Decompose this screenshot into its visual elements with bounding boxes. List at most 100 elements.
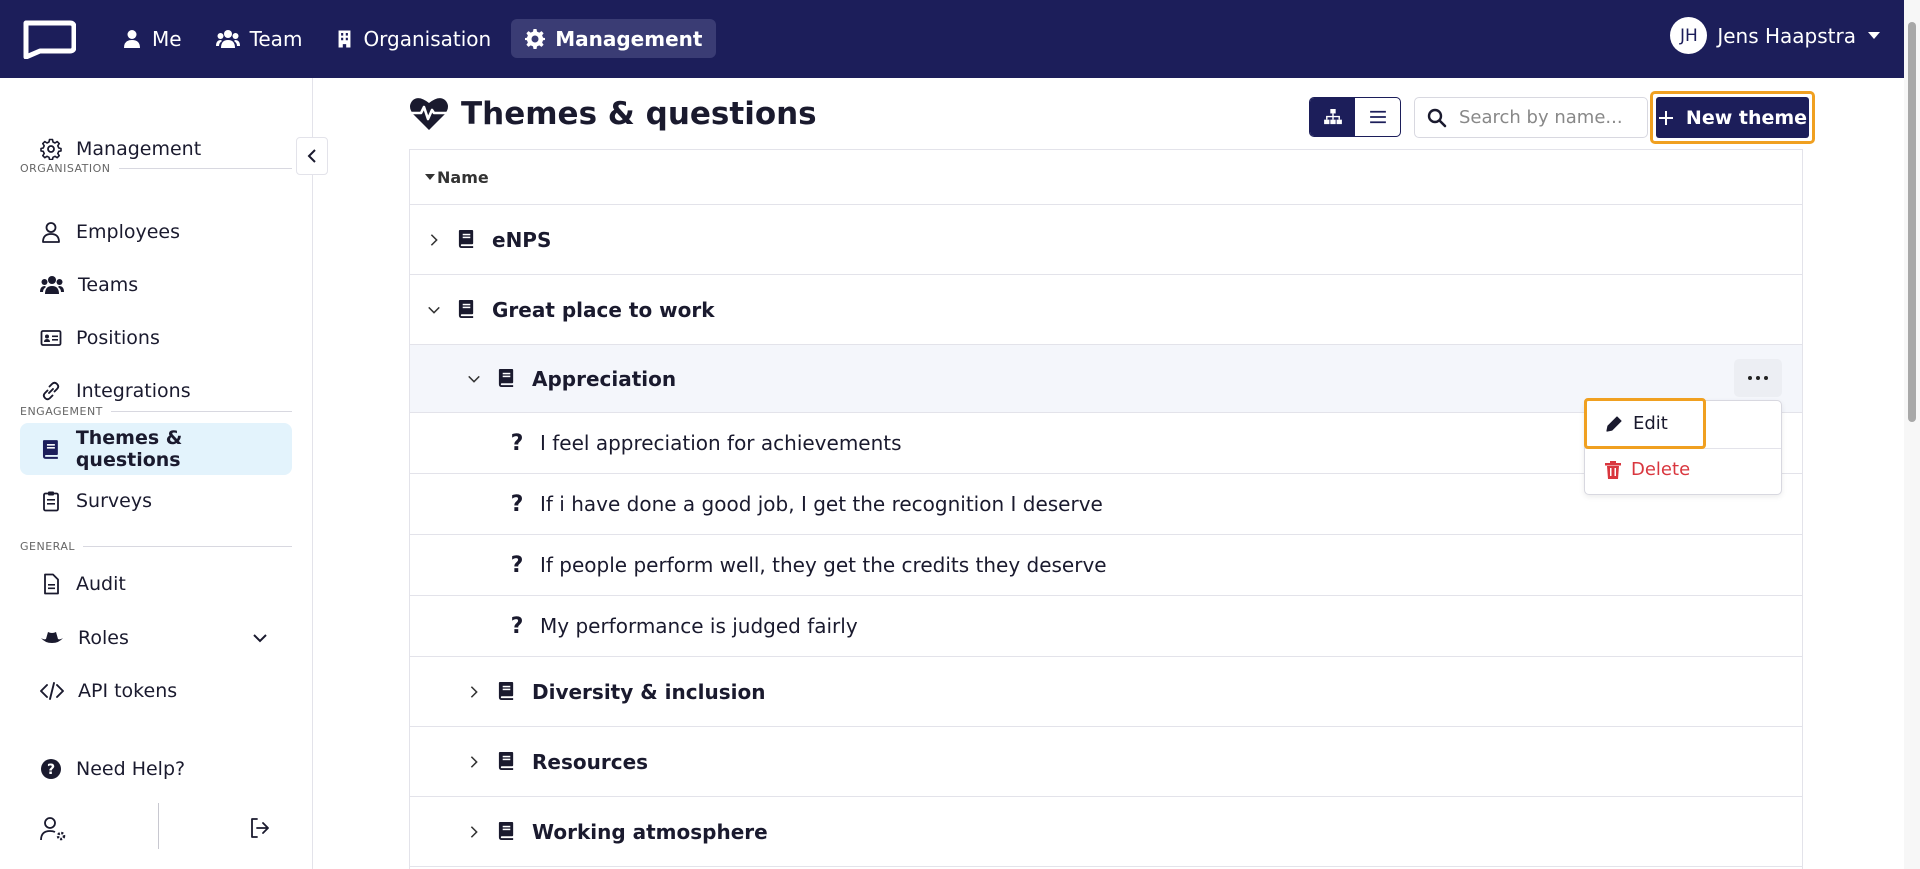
collapse-sidebar-button[interactable] — [296, 137, 328, 175]
sidebar-item-label: Employees — [76, 221, 180, 243]
nav-team[interactable]: Team — [202, 19, 317, 58]
user-menu[interactable]: JH Jens Haapstra — [1670, 17, 1880, 54]
sidebar-item-surveys[interactable]: Surveys — [20, 475, 292, 527]
hat-icon — [41, 632, 63, 643]
trash-icon — [1605, 460, 1621, 479]
clipboard-icon — [43, 491, 59, 512]
section-engagement: ENGAGEMENT — [20, 405, 292, 418]
row-label: Resources — [532, 749, 649, 774]
page-header: Themes & questions — [409, 96, 817, 132]
book-icon — [497, 821, 516, 842]
table-row[interactable]: Working atmosphere — [410, 797, 1802, 867]
column-header-label: Name — [437, 167, 489, 187]
chevron-right-icon[interactable] — [465, 755, 483, 769]
caret-down-icon — [1868, 32, 1880, 39]
gear-icon — [525, 28, 546, 49]
sidebar-item-themes-questions[interactable]: Themes & questions — [20, 423, 292, 475]
tree-view-button[interactable] — [1310, 98, 1355, 136]
new-theme-button[interactable]: New theme — [1656, 97, 1809, 138]
sidebar-item-label: Surveys — [76, 490, 152, 512]
chevron-down-icon[interactable] — [252, 630, 268, 646]
chevron-right-icon[interactable] — [425, 233, 443, 247]
user-name: Jens Haapstra — [1717, 23, 1856, 48]
table-row[interactable]: Diversity & inclusion — [410, 657, 1802, 727]
menu-item-delete[interactable]: Delete — [1605, 459, 1690, 480]
row-label: I feel appreciation for achievements — [540, 431, 902, 455]
table-row[interactable]: ? If people perform well, they get the c… — [410, 535, 1802, 596]
section-general: GENERAL — [20, 540, 292, 553]
table-row[interactable]: Great place to work — [410, 275, 1802, 345]
plus-icon — [1658, 110, 1673, 125]
avatar: JH — [1670, 17, 1708, 54]
nav-management[interactable]: Management — [511, 19, 717, 58]
sitemap-icon — [1323, 109, 1342, 125]
book-icon — [457, 229, 476, 250]
sidebar-item-label: Integrations — [76, 380, 191, 402]
scrollbar[interactable] — [1904, 0, 1920, 869]
edit-highlight — [1584, 398, 1706, 449]
search-box[interactable] — [1414, 97, 1648, 138]
logout-icon[interactable] — [248, 816, 272, 840]
sidebar-item-positions[interactable]: Positions — [20, 312, 292, 364]
link-icon — [42, 381, 60, 401]
user-settings-icon[interactable] — [40, 816, 68, 842]
row-label: Appreciation — [532, 366, 677, 391]
table-row[interactable]: eNPS — [410, 205, 1802, 275]
table-row[interactable]: ? My performance is judged fairly — [410, 596, 1802, 657]
section-organisation: ORGANISATION — [20, 162, 292, 175]
question-icon: ? — [510, 613, 524, 639]
sidebar-item-api-tokens[interactable]: API tokens — [20, 665, 292, 717]
nav-me-label: Me — [152, 26, 182, 51]
sidebar-item-roles[interactable]: Roles — [20, 612, 292, 664]
chevron-down-icon[interactable] — [425, 303, 443, 317]
question-icon: ? — [510, 491, 524, 517]
row-actions-button[interactable] — [1734, 359, 1782, 397]
table-row[interactable]: Resources — [410, 727, 1802, 797]
column-header-name[interactable]: Name — [410, 150, 1802, 205]
row-label: If people perform well, they get the cre… — [540, 553, 1107, 577]
book-icon — [497, 751, 516, 772]
heartbeat-icon — [410, 98, 448, 130]
id-card-icon — [40, 330, 62, 346]
chevron-right-icon[interactable] — [465, 825, 483, 839]
sidebar-item-label: Need Help? — [76, 758, 186, 780]
book-icon — [497, 681, 516, 702]
new-theme-label: New theme — [1685, 106, 1808, 129]
nav-management-label: Management — [555, 26, 703, 51]
row-label: Diversity & inclusion — [532, 679, 766, 704]
search-input[interactable] — [1459, 107, 1639, 128]
row-label: eNPS — [492, 227, 552, 252]
menu-item-label: Delete — [1631, 459, 1691, 480]
list-icon — [1369, 110, 1386, 124]
nav-organisation[interactable]: Organisation — [322, 19, 505, 58]
ellipsis-icon — [1748, 376, 1752, 380]
nav-organisation-label: Organisation — [363, 26, 492, 51]
question-icon: ? — [510, 430, 524, 456]
chevron-down-icon[interactable] — [465, 372, 483, 386]
book-icon — [497, 368, 516, 389]
sidebar-item-audit[interactable]: Audit — [20, 558, 292, 610]
divider — [158, 803, 159, 849]
list-view-button[interactable] — [1355, 98, 1400, 136]
app-logo-icon[interactable] — [20, 19, 76, 59]
scrollbar-thumb[interactable] — [1908, 22, 1916, 422]
user-icon — [124, 29, 140, 48]
sort-desc-icon — [425, 174, 435, 180]
row-label: Great place to work — [492, 297, 715, 322]
users-icon — [215, 29, 240, 48]
themes-table: Name eNPS Great place to work Appreciati… — [409, 149, 1803, 869]
nav-me[interactable]: Me — [108, 19, 196, 58]
row-label: My performance is judged fairly — [540, 614, 858, 638]
book-icon — [457, 299, 476, 320]
view-toggle — [1309, 97, 1401, 137]
sidebar-item-teams[interactable]: Teams — [20, 259, 292, 311]
sidebar-item-label: Positions — [76, 327, 160, 349]
sidebar-item-employees[interactable]: Employees — [20, 206, 292, 258]
new-theme-highlight: New theme — [1650, 91, 1815, 144]
svg-text:?: ? — [47, 762, 55, 778]
chevron-left-icon — [307, 149, 316, 163]
sidebar-item-label: Management — [76, 138, 202, 160]
chevron-right-icon[interactable] — [465, 685, 483, 699]
sidebar-item-label: Roles — [78, 627, 129, 649]
sidebar-item-need-help[interactable]: ? Need Help? — [20, 743, 292, 795]
